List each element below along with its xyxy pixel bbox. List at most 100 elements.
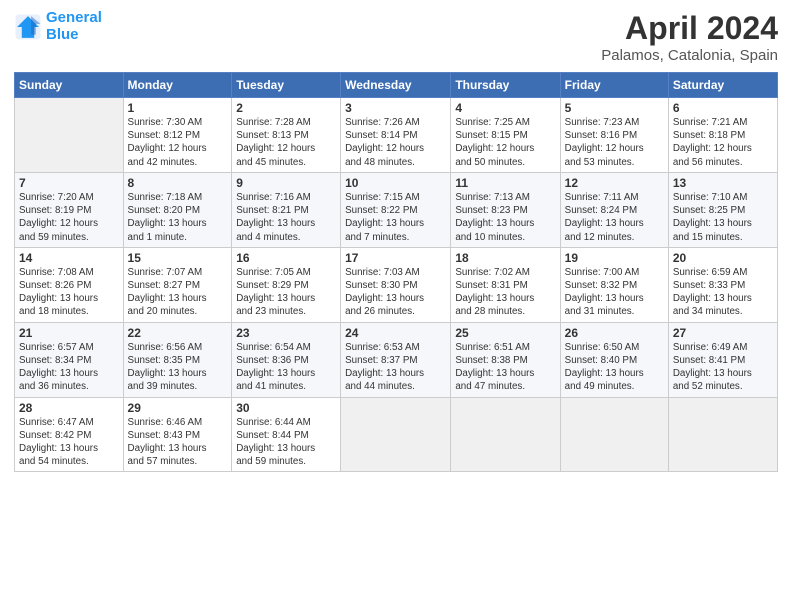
cell-day-number: 15 (128, 251, 228, 265)
calendar-cell (341, 397, 451, 472)
cell-info-text: Sunrise: 7:02 AMSunset: 8:31 PMDaylight:… (455, 266, 555, 319)
logo: General Blue (14, 10, 102, 43)
cell-day-number: 16 (236, 251, 336, 265)
calendar-cell: 8Sunrise: 7:18 AMSunset: 8:20 PMDaylight… (123, 172, 232, 247)
calendar-cell: 18Sunrise: 7:02 AMSunset: 8:31 PMDayligh… (451, 247, 560, 322)
cell-day-number: 25 (455, 326, 555, 340)
cell-day-number: 29 (128, 401, 228, 415)
cell-info-text: Sunrise: 6:49 AMSunset: 8:41 PMDaylight:… (673, 341, 773, 394)
calendar-cell: 10Sunrise: 7:15 AMSunset: 8:22 PMDayligh… (341, 172, 451, 247)
calendar-week-row: 7Sunrise: 7:20 AMSunset: 8:19 PMDaylight… (15, 172, 778, 247)
subtitle: Palamos, Catalonia, Spain (601, 47, 778, 64)
logo-line1: General (46, 9, 102, 26)
cell-info-text: Sunrise: 6:47 AMSunset: 8:42 PMDaylight:… (19, 416, 119, 469)
calendar-header-cell: Tuesday (232, 73, 341, 98)
calendar-week-row: 21Sunrise: 6:57 AMSunset: 8:34 PMDayligh… (15, 322, 778, 397)
cell-day-number: 19 (565, 251, 664, 265)
calendar-cell: 11Sunrise: 7:13 AMSunset: 8:23 PMDayligh… (451, 172, 560, 247)
cell-info-text: Sunrise: 7:30 AMSunset: 8:12 PMDaylight:… (128, 116, 228, 169)
cell-day-number: 13 (673, 176, 773, 190)
calendar-cell: 15Sunrise: 7:07 AMSunset: 8:27 PMDayligh… (123, 247, 232, 322)
calendar-cell: 1Sunrise: 7:30 AMSunset: 8:12 PMDaylight… (123, 98, 232, 173)
calendar-body: 1Sunrise: 7:30 AMSunset: 8:12 PMDaylight… (15, 98, 778, 472)
cell-info-text: Sunrise: 6:46 AMSunset: 8:43 PMDaylight:… (128, 416, 228, 469)
calendar-header-row: SundayMondayTuesdayWednesdayThursdayFrid… (15, 73, 778, 98)
cell-day-number: 26 (565, 326, 664, 340)
cell-day-number: 10 (345, 176, 446, 190)
cell-day-number: 1 (128, 101, 228, 115)
calendar-week-row: 1Sunrise: 7:30 AMSunset: 8:12 PMDaylight… (15, 98, 778, 173)
cell-info-text: Sunrise: 7:18 AMSunset: 8:20 PMDaylight:… (128, 191, 228, 244)
cell-day-number: 28 (19, 401, 119, 415)
header: General Blue April 2024 Palamos, Catalon… (14, 10, 778, 64)
calendar-cell: 7Sunrise: 7:20 AMSunset: 8:19 PMDaylight… (15, 172, 124, 247)
calendar-cell: 30Sunrise: 6:44 AMSunset: 8:44 PMDayligh… (232, 397, 341, 472)
calendar-cell (668, 397, 777, 472)
cell-day-number: 9 (236, 176, 336, 190)
cell-day-number: 17 (345, 251, 446, 265)
cell-info-text: Sunrise: 7:25 AMSunset: 8:15 PMDaylight:… (455, 116, 555, 169)
calendar-header-cell: Sunday (15, 73, 124, 98)
cell-info-text: Sunrise: 7:00 AMSunset: 8:32 PMDaylight:… (565, 266, 664, 319)
cell-day-number: 27 (673, 326, 773, 340)
cell-day-number: 3 (345, 101, 446, 115)
logo-line2: Blue (46, 26, 79, 43)
calendar-header-cell: Saturday (668, 73, 777, 98)
calendar-cell: 6Sunrise: 7:21 AMSunset: 8:18 PMDaylight… (668, 98, 777, 173)
cell-day-number: 23 (236, 326, 336, 340)
calendar-cell: 20Sunrise: 6:59 AMSunset: 8:33 PMDayligh… (668, 247, 777, 322)
cell-info-text: Sunrise: 6:51 AMSunset: 8:38 PMDaylight:… (455, 341, 555, 394)
cell-day-number: 21 (19, 326, 119, 340)
main-title: April 2024 (601, 10, 778, 47)
calendar-header-cell: Wednesday (341, 73, 451, 98)
cell-day-number: 12 (565, 176, 664, 190)
cell-day-number: 24 (345, 326, 446, 340)
calendar-cell (451, 397, 560, 472)
logo-text: General Blue (46, 10, 102, 43)
cell-info-text: Sunrise: 7:21 AMSunset: 8:18 PMDaylight:… (673, 116, 773, 169)
calendar-cell: 28Sunrise: 6:47 AMSunset: 8:42 PMDayligh… (15, 397, 124, 472)
calendar-cell: 17Sunrise: 7:03 AMSunset: 8:30 PMDayligh… (341, 247, 451, 322)
cell-info-text: Sunrise: 7:05 AMSunset: 8:29 PMDaylight:… (236, 266, 336, 319)
calendar-cell: 27Sunrise: 6:49 AMSunset: 8:41 PMDayligh… (668, 322, 777, 397)
calendar-cell (560, 397, 668, 472)
cell-info-text: Sunrise: 6:44 AMSunset: 8:44 PMDaylight:… (236, 416, 336, 469)
page: General Blue April 2024 Palamos, Catalon… (0, 0, 792, 612)
cell-info-text: Sunrise: 7:15 AMSunset: 8:22 PMDaylight:… (345, 191, 446, 244)
cell-info-text: Sunrise: 6:57 AMSunset: 8:34 PMDaylight:… (19, 341, 119, 394)
calendar-week-row: 14Sunrise: 7:08 AMSunset: 8:26 PMDayligh… (15, 247, 778, 322)
cell-day-number: 11 (455, 176, 555, 190)
logo-icon (14, 13, 42, 41)
cell-day-number: 2 (236, 101, 336, 115)
calendar-cell: 13Sunrise: 7:10 AMSunset: 8:25 PMDayligh… (668, 172, 777, 247)
calendar-cell: 14Sunrise: 7:08 AMSunset: 8:26 PMDayligh… (15, 247, 124, 322)
calendar-cell (15, 98, 124, 173)
cell-info-text: Sunrise: 7:16 AMSunset: 8:21 PMDaylight:… (236, 191, 336, 244)
cell-day-number: 7 (19, 176, 119, 190)
calendar-cell: 2Sunrise: 7:28 AMSunset: 8:13 PMDaylight… (232, 98, 341, 173)
cell-day-number: 30 (236, 401, 336, 415)
cell-day-number: 20 (673, 251, 773, 265)
calendar-week-row: 28Sunrise: 6:47 AMSunset: 8:42 PMDayligh… (15, 397, 778, 472)
calendar-header-cell: Thursday (451, 73, 560, 98)
calendar-cell: 21Sunrise: 6:57 AMSunset: 8:34 PMDayligh… (15, 322, 124, 397)
cell-info-text: Sunrise: 7:26 AMSunset: 8:14 PMDaylight:… (345, 116, 446, 169)
cell-info-text: Sunrise: 6:59 AMSunset: 8:33 PMDaylight:… (673, 266, 773, 319)
calendar-cell: 24Sunrise: 6:53 AMSunset: 8:37 PMDayligh… (341, 322, 451, 397)
cell-info-text: Sunrise: 7:07 AMSunset: 8:27 PMDaylight:… (128, 266, 228, 319)
cell-info-text: Sunrise: 6:50 AMSunset: 8:40 PMDaylight:… (565, 341, 664, 394)
calendar-cell: 23Sunrise: 6:54 AMSunset: 8:36 PMDayligh… (232, 322, 341, 397)
cell-day-number: 18 (455, 251, 555, 265)
cell-info-text: Sunrise: 6:54 AMSunset: 8:36 PMDaylight:… (236, 341, 336, 394)
cell-day-number: 5 (565, 101, 664, 115)
title-block: April 2024 Palamos, Catalonia, Spain (601, 10, 778, 64)
cell-info-text: Sunrise: 6:53 AMSunset: 8:37 PMDaylight:… (345, 341, 446, 394)
cell-info-text: Sunrise: 7:10 AMSunset: 8:25 PMDaylight:… (673, 191, 773, 244)
cell-day-number: 14 (19, 251, 119, 265)
calendar-cell: 25Sunrise: 6:51 AMSunset: 8:38 PMDayligh… (451, 322, 560, 397)
calendar-cell: 19Sunrise: 7:00 AMSunset: 8:32 PMDayligh… (560, 247, 668, 322)
cell-info-text: Sunrise: 7:28 AMSunset: 8:13 PMDaylight:… (236, 116, 336, 169)
calendar-cell: 4Sunrise: 7:25 AMSunset: 8:15 PMDaylight… (451, 98, 560, 173)
calendar-cell: 5Sunrise: 7:23 AMSunset: 8:16 PMDaylight… (560, 98, 668, 173)
calendar-cell: 16Sunrise: 7:05 AMSunset: 8:29 PMDayligh… (232, 247, 341, 322)
